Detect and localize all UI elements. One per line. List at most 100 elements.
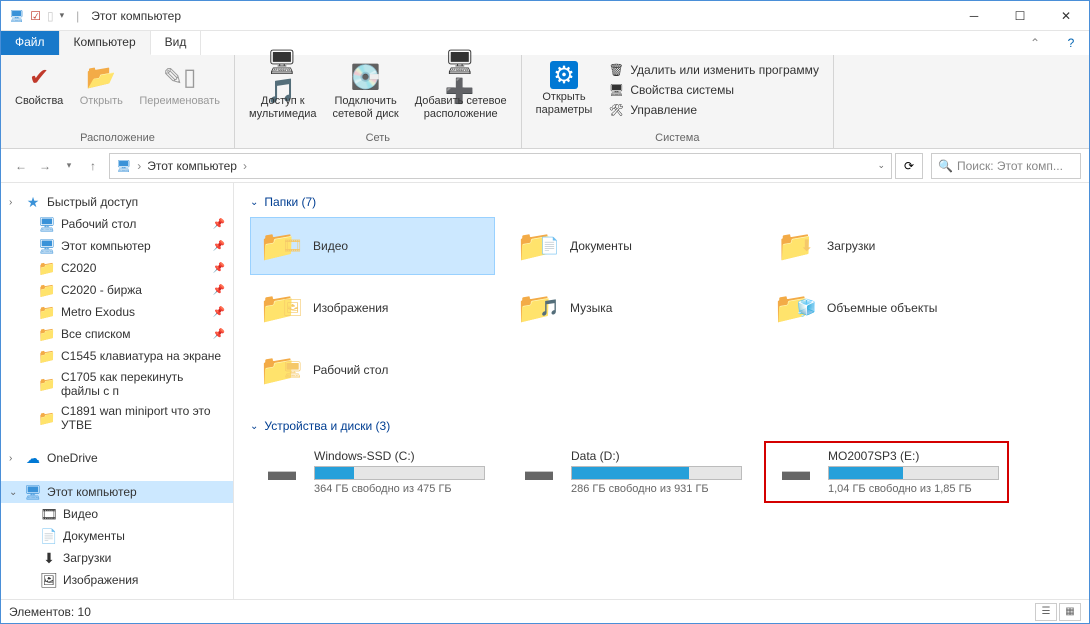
sidebar-item-desktop[interactable]: 🖥Рабочий стол📌 — [1, 213, 233, 235]
recent-button[interactable]: ▾ — [57, 154, 81, 178]
help-button[interactable]: ? — [1053, 31, 1089, 55]
refresh-button[interactable]: ⟳ — [895, 153, 923, 179]
address-dropdown-icon[interactable]: ⌄ — [877, 160, 885, 171]
forward-button[interactable]: → — [33, 154, 57, 178]
properties-button[interactable]: ✔ Свойства — [9, 59, 69, 130]
folder-item[interactable]: 📁⬇Загрузки — [764, 217, 1009, 275]
sidebar-item-label: Загрузки — [63, 551, 111, 565]
sidebar-item-images[interactable]: 🖼Изображения — [1, 569, 233, 591]
sidebar-item-label: Metro Exodus — [61, 305, 135, 319]
drive-item[interactable]: ▬ Windows-SSD (C:) 364 ГБ свободно из 47… — [250, 441, 495, 503]
back-button[interactable]: ← — [9, 154, 33, 178]
rename-icon: ✎▯ — [164, 61, 196, 93]
maximize-button[interactable]: ☐ — [997, 1, 1043, 31]
folder-icon: 📁 — [39, 348, 55, 364]
sidebar-item-folder[interactable]: 📁C2020📌 — [1, 257, 233, 279]
statusbar: Элементов: 10 ☰ ▦ — [1, 599, 1089, 623]
tab-view[interactable]: Вид — [151, 31, 202, 55]
ribbon-group-system-label: Система — [530, 130, 825, 146]
minimize-button[interactable]: ─ — [951, 1, 997, 31]
sidebar-this-pc[interactable]: ⌄ 🖥 Этот компьютер — [1, 481, 233, 503]
ribbon-group-location: ✔ Свойства 📂 Открыть ✎▯ Переименовать Ра… — [1, 55, 235, 148]
open-label: Открыть — [80, 95, 123, 108]
connect-drive-label: Подключить сетевой диск — [333, 95, 399, 121]
close-button[interactable]: ✕ — [1043, 1, 1089, 31]
folder-icon: 📁🧊 — [773, 286, 817, 330]
add-net-location-button[interactable]: 🖥➕ Добавить сетевое расположение — [409, 59, 513, 130]
folder-item[interactable]: 📁🖼Изображения — [250, 279, 495, 337]
sidebar-item-label: Все списком — [61, 327, 131, 341]
open-params-button[interactable]: ⚙ Открыть параметры — [530, 59, 599, 130]
folder-name: Загрузки — [827, 239, 875, 253]
pin-icon: 📌 — [213, 219, 225, 230]
rename-label: Переименовать — [139, 95, 220, 108]
folders-grid: 📁🎞Видео📁📄Документы📁⬇Загрузки 📁🖼Изображени… — [250, 217, 1073, 399]
drives-section-header[interactable]: ⌄ Устройства и диски (3) — [250, 415, 1073, 441]
folder-name: Музыка — [570, 301, 612, 315]
pin-icon: 📌 — [213, 241, 225, 252]
drive-capacity-bar — [314, 466, 485, 480]
sidebar-item-documents[interactable]: 📄Документы — [1, 525, 233, 547]
address-field[interactable]: 🖥 › Этот компьютер › ⌄ — [109, 153, 892, 179]
manage-button[interactable]: 🛠 Управление — [606, 101, 821, 119]
drive-icon: ▬ — [774, 449, 818, 493]
folder-name: Документы — [570, 239, 632, 253]
chevron-right-icon: › — [9, 197, 12, 208]
ribbon-group-network: 🖥🎵 Доступ к мультимедиа 💽 Подключить сет… — [235, 55, 522, 148]
ribbon-group-system: ⚙ Открыть параметры 🗑 Удалить или измени… — [522, 55, 834, 148]
folder-item[interactable]: 📁🖥Рабочий стол — [250, 341, 495, 399]
sidebar-item-folder[interactable]: 📁Все списком📌 — [1, 323, 233, 345]
tab-computer[interactable]: Компьютер — [60, 31, 151, 55]
ribbon-collapse-button[interactable]: ⌃ — [1017, 31, 1053, 55]
system-props-icon: 🖥 — [608, 82, 624, 98]
open-params-label: Открыть параметры — [536, 91, 593, 117]
system-properties-button[interactable]: 🖥 Свойства системы — [606, 81, 821, 99]
folder-item[interactable]: 📁🧊Объемные объекты — [764, 279, 1009, 337]
sidebar-onedrive[interactable]: › ☁ OneDrive — [1, 447, 233, 469]
media-access-button[interactable]: 🖥🎵 Доступ к мультимедиа — [243, 59, 323, 130]
tab-file[interactable]: Файл — [1, 31, 60, 55]
folder-item[interactable]: 📁📄Документы — [507, 217, 752, 275]
qat-checkbox-icon[interactable]: ☑ — [30, 9, 41, 23]
drive-name: MO2007SP3 (E:) — [828, 449, 999, 463]
up-button[interactable]: ↑ — [81, 154, 105, 178]
qat-dropdown-icon[interactable]: ▾ — [60, 10, 65, 21]
folder-item[interactable]: 📁🎵 Музыка — [507, 279, 752, 337]
drive-item[interactable]: ▬ MO2007SP3 (E:) 1,04 ГБ свободно из 1,8… — [764, 441, 1009, 503]
sidebar-item-label: C1705 как перекинуть файлы с п — [61, 370, 225, 398]
chevron-right-icon: › — [9, 453, 12, 464]
sidebar-item-folder[interactable]: 📁Metro Exodus📌 — [1, 301, 233, 323]
connect-drive-button[interactable]: 💽 Подключить сетевой диск — [327, 59, 405, 130]
sidebar-item-label: C1891 wan miniport что это УТВЕ — [61, 404, 225, 432]
search-input[interactable]: 🔍 Поиск: Этот комп... — [931, 153, 1081, 179]
drive-capacity-bar — [571, 466, 742, 480]
tiles-view-button[interactable]: ▦ — [1059, 603, 1081, 621]
drive-name: Data (D:) — [571, 449, 742, 463]
chevron-right-icon: › — [243, 159, 247, 173]
sidebar-item-folder[interactable]: 📁C2020 - биржа📌 — [1, 279, 233, 301]
sidebar-item-folder[interactable]: 📁C1705 как перекинуть файлы с п — [1, 367, 233, 401]
breadcrumb-this-pc[interactable]: Этот компьютер — [147, 159, 237, 173]
folder-icon: 📁🎵 — [516, 286, 560, 330]
sidebar-item-video[interactable]: 🎞Видео — [1, 503, 233, 525]
sidebar-item-folder[interactable]: 📁 C1891 wan miniport что это УТВЕ — [1, 401, 233, 435]
details-view-button[interactable]: ☰ — [1035, 603, 1057, 621]
content-area: ⌄ Папки (7) 📁🎞Видео📁📄Документы📁⬇Загрузки… — [234, 183, 1089, 599]
pc-icon: 🖥 — [25, 484, 41, 500]
sidebar-item-folder[interactable]: 📁C1545 клавиатура на экране — [1, 345, 233, 367]
sidebar-item-downloads[interactable]: ⬇ Загрузки — [1, 547, 233, 569]
download-icon: ⬇ — [41, 550, 57, 566]
sidebar-quick-access[interactable]: › ★ Быстрый доступ — [1, 191, 233, 213]
folder-icon: 📁 — [39, 410, 55, 426]
drive-item[interactable]: ▬ Data (D:) 286 ГБ свободно из 931 ГБ — [507, 441, 752, 503]
folder-icon: 📁 — [39, 304, 55, 320]
folders-section-header[interactable]: ⌄ Папки (7) — [250, 191, 1073, 217]
folder-item[interactable]: 📁🎞Видео — [250, 217, 495, 275]
sidebar: › ★ Быстрый доступ 🖥Рабочий стол📌 🖥Этот … — [1, 183, 234, 599]
sidebar-item-label: Видео — [63, 507, 98, 521]
sidebar-item-this-pc[interactable]: 🖥Этот компьютер📌 — [1, 235, 233, 257]
status-count: Элементов: 10 — [9, 605, 91, 619]
drive-icon: ▬ — [517, 449, 561, 493]
folder-icon: 📁 — [39, 260, 55, 276]
uninstall-program-button[interactable]: 🗑 Удалить или изменить программу — [606, 61, 821, 79]
